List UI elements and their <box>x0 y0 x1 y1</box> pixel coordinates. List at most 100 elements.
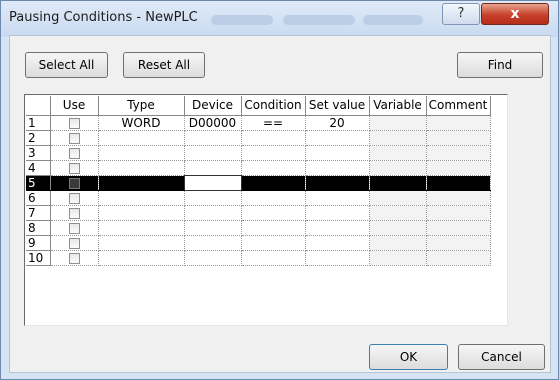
variable-cell[interactable] <box>369 160 427 176</box>
close-button[interactable]: x <box>481 3 549 25</box>
comment-cell[interactable] <box>426 205 491 221</box>
column-header-condition[interactable]: Condition <box>241 96 306 116</box>
ok-button[interactable]: OK <box>369 344 448 370</box>
row-number[interactable]: 2 <box>26 130 51 146</box>
table-row[interactable]: 7 <box>26 205 491 221</box>
set-value-cell[interactable] <box>305 145 370 161</box>
row-number[interactable]: 9 <box>26 235 51 251</box>
find-button[interactable]: Find <box>457 52 543 78</box>
variable-cell[interactable] <box>369 250 427 266</box>
column-header-type[interactable]: Type <box>98 96 185 116</box>
help-button[interactable]: ? <box>442 3 480 25</box>
set-value-cell[interactable] <box>305 250 370 266</box>
row-number[interactable]: 10 <box>26 250 51 266</box>
comment-cell[interactable] <box>426 175 491 191</box>
use-cell[interactable] <box>50 235 99 251</box>
comment-cell[interactable] <box>426 220 491 236</box>
comment-cell[interactable] <box>426 115 491 131</box>
device-cell[interactable] <box>184 235 242 251</box>
row-number[interactable]: 3 <box>26 145 51 161</box>
condition-cell[interactable] <box>241 220 306 236</box>
set-value-cell[interactable] <box>305 235 370 251</box>
variable-cell[interactable] <box>369 220 427 236</box>
variable-cell[interactable] <box>369 190 427 206</box>
use-checkbox[interactable] <box>68 132 80 144</box>
use-cell[interactable] <box>50 205 99 221</box>
comment-cell[interactable] <box>426 145 491 161</box>
variable-cell[interactable] <box>369 205 427 221</box>
type-cell[interactable] <box>98 175 185 191</box>
device-cell[interactable] <box>184 250 242 266</box>
use-checkbox[interactable] <box>68 177 80 189</box>
device-cell[interactable] <box>184 205 242 221</box>
set-value-cell[interactable] <box>305 205 370 221</box>
row-number[interactable]: 4 <box>26 160 51 176</box>
comment-cell[interactable] <box>426 235 491 251</box>
use-checkbox[interactable] <box>68 117 80 129</box>
use-cell[interactable] <box>50 190 99 206</box>
set-value-cell[interactable]: 20 <box>305 115 370 131</box>
use-cell[interactable] <box>50 130 99 146</box>
set-value-cell[interactable] <box>305 175 370 191</box>
comment-cell[interactable] <box>426 130 491 146</box>
device-cell[interactable] <box>184 145 242 161</box>
condition-cell[interactable] <box>241 175 306 191</box>
use-checkbox[interactable] <box>68 207 80 219</box>
condition-cell[interactable] <box>241 205 306 221</box>
row-number[interactable]: 8 <box>26 220 51 236</box>
device-cell[interactable] <box>184 220 242 236</box>
type-cell[interactable] <box>98 130 185 146</box>
row-number[interactable]: 6 <box>26 190 51 206</box>
select-all-button[interactable]: Select All <box>25 52 108 78</box>
condition-cell[interactable] <box>241 160 306 176</box>
table-row[interactable]: 8 <box>26 220 491 236</box>
use-cell[interactable] <box>50 115 99 131</box>
device-cell[interactable] <box>184 130 242 146</box>
comment-cell[interactable] <box>426 250 491 266</box>
condition-cell[interactable] <box>241 130 306 146</box>
type-cell[interactable] <box>98 190 185 206</box>
variable-cell[interactable] <box>369 145 427 161</box>
device-cell-editing[interactable] <box>183 174 242 191</box>
conditions-grid[interactable]: Use Type Device Condition Set value Vari… <box>24 94 508 326</box>
type-cell[interactable] <box>98 205 185 221</box>
use-cell[interactable] <box>50 220 99 236</box>
set-value-cell[interactable] <box>305 160 370 176</box>
table-row[interactable]: 10 <box>26 250 491 266</box>
use-checkbox[interactable] <box>68 237 80 249</box>
use-checkbox[interactable] <box>68 192 80 204</box>
column-header-variable[interactable]: Variable <box>369 96 427 116</box>
type-cell[interactable] <box>98 220 185 236</box>
condition-cell[interactable]: == <box>241 115 306 131</box>
table-row-selected[interactable]: 5 <box>26 174 491 191</box>
set-value-cell[interactable] <box>305 220 370 236</box>
variable-cell[interactable] <box>369 115 427 131</box>
table-row[interactable]: 3 <box>26 145 491 161</box>
comment-cell[interactable] <box>426 160 491 176</box>
comment-cell[interactable] <box>426 190 491 206</box>
column-header-set-value[interactable]: Set value <box>305 96 370 116</box>
table-row[interactable]: 1 WORD D00000 == 20 <box>26 115 491 131</box>
type-cell[interactable] <box>98 145 185 161</box>
use-checkbox[interactable] <box>68 252 80 264</box>
device-cell[interactable] <box>184 190 242 206</box>
set-value-cell[interactable] <box>305 130 370 146</box>
use-checkbox[interactable] <box>68 162 80 174</box>
cancel-button[interactable]: Cancel <box>458 344 545 370</box>
column-header-comment[interactable]: Comment <box>426 96 491 116</box>
row-number[interactable]: 1 <box>26 115 51 131</box>
title-bar[interactable]: Pausing Conditions - NewPLC ? x <box>1 1 558 37</box>
use-cell[interactable] <box>50 250 99 266</box>
condition-cell[interactable] <box>241 190 306 206</box>
column-header-use[interactable]: Use <box>50 96 99 116</box>
use-cell[interactable] <box>50 145 99 161</box>
type-cell[interactable] <box>98 250 185 266</box>
column-header-device[interactable]: Device <box>184 96 242 116</box>
table-row[interactable]: 2 <box>26 130 491 146</box>
condition-cell[interactable] <box>241 250 306 266</box>
reset-all-button[interactable]: Reset All <box>123 52 205 78</box>
variable-cell[interactable] <box>369 130 427 146</box>
device-cell[interactable] <box>184 160 242 176</box>
row-number[interactable]: 5 <box>26 175 51 191</box>
variable-cell[interactable] <box>369 175 427 191</box>
